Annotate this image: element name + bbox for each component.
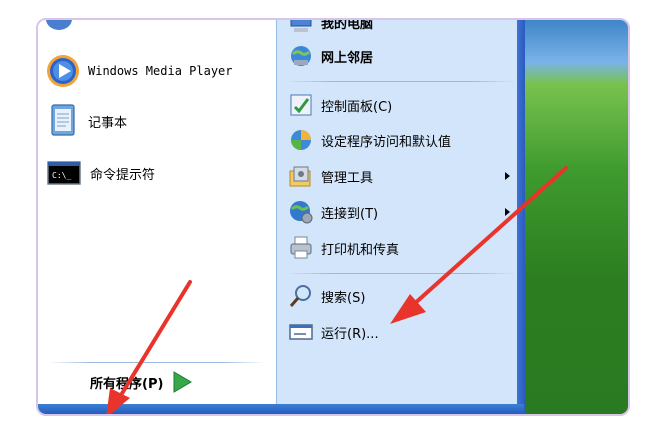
search-icon (287, 282, 315, 310)
menu-item-label: 设定程序访问和默认值 (321, 134, 452, 150)
menu-item-windows-media-player[interactable]: Windows Media Player (44, 52, 233, 90)
menu-item-label: Windows Media Player (88, 64, 233, 78)
menu-item-label: 管理工具 (321, 170, 374, 186)
my-computer-icon (287, 20, 315, 36)
desktop-background (525, 20, 628, 414)
menu-item-label: 我的电脑 (321, 18, 374, 32)
control-panel-icon (287, 91, 315, 119)
menu-item-label: 连接到(T) (321, 206, 379, 222)
menu-item-printers-faxes[interactable]: 打印机和传真 (287, 234, 399, 262)
menu-item-search[interactable]: 搜索(S) (287, 282, 365, 310)
menu-item-set-program-access[interactable]: 设定程序访问和默认值 (287, 126, 451, 154)
menu-item-my-computer[interactable]: 我的电脑 (287, 18, 374, 36)
program-icon (44, 20, 74, 32)
menu-item-connect-to[interactable]: 连接到(T) (287, 198, 378, 226)
menu-item-label: 网上邻居 (321, 50, 374, 66)
start-menu-border (517, 20, 525, 414)
start-menu-left-pane: Windows Media Player 记事本 C:\_ 命令提示符 所有程序… (38, 20, 276, 414)
menu-item-command-prompt[interactable]: C:\_ 命令提示符 (46, 160, 155, 186)
right-pane-separator (285, 81, 517, 82)
command-prompt-icon: C:\_ (46, 160, 82, 186)
menu-item-notepad[interactable]: 记事本 (46, 102, 127, 140)
start-menu-screenshot-frame: Windows Media Player 记事本 C:\_ 命令提示符 所有程序… (36, 18, 630, 416)
menu-item-label: 搜索(S) (321, 290, 366, 306)
green-arrow-icon (171, 370, 193, 394)
windows-media-player-icon (44, 52, 82, 90)
menu-item-label: 运行(R)... (321, 326, 379, 342)
network-places-icon (287, 42, 315, 70)
menu-item-run[interactable]: 运行(R)... (287, 318, 379, 346)
menu-item-admin-tools[interactable]: 管理工具 (287, 162, 373, 190)
submenu-arrow-icon (505, 172, 510, 180)
menu-item-label: 记事本 (88, 115, 128, 131)
all-programs-label: 所有程序(P) (90, 376, 164, 392)
right-pane-separator (285, 273, 517, 274)
menu-item-label: 打印机和传真 (321, 242, 400, 258)
connect-to-icon (287, 198, 315, 226)
svg-text:C:\_: C:\_ (52, 171, 71, 180)
run-icon (287, 318, 315, 346)
submenu-arrow-icon (505, 208, 510, 216)
left-pane-separator (48, 362, 266, 363)
menu-item-label: 控制面板(C) (321, 99, 393, 115)
start-menu-right-pane: 我的电脑 网上邻居 控制面板(C) 设定程序访问和默认值 管理工具 连接到(T)… (276, 20, 525, 414)
printers-icon (287, 234, 315, 262)
partial-top-item[interactable] (44, 20, 74, 32)
menu-item-control-panel[interactable]: 控制面板(C) (287, 91, 392, 119)
all-programs-button[interactable]: 所有程序(P) (90, 370, 193, 394)
menu-item-network-places[interactable]: 网上邻居 (287, 42, 373, 70)
notepad-icon (46, 102, 82, 140)
menu-item-label: 命令提示符 (90, 167, 156, 183)
taskbar (38, 404, 524, 414)
admin-tools-icon (287, 162, 315, 190)
set-program-access-icon (287, 126, 315, 154)
